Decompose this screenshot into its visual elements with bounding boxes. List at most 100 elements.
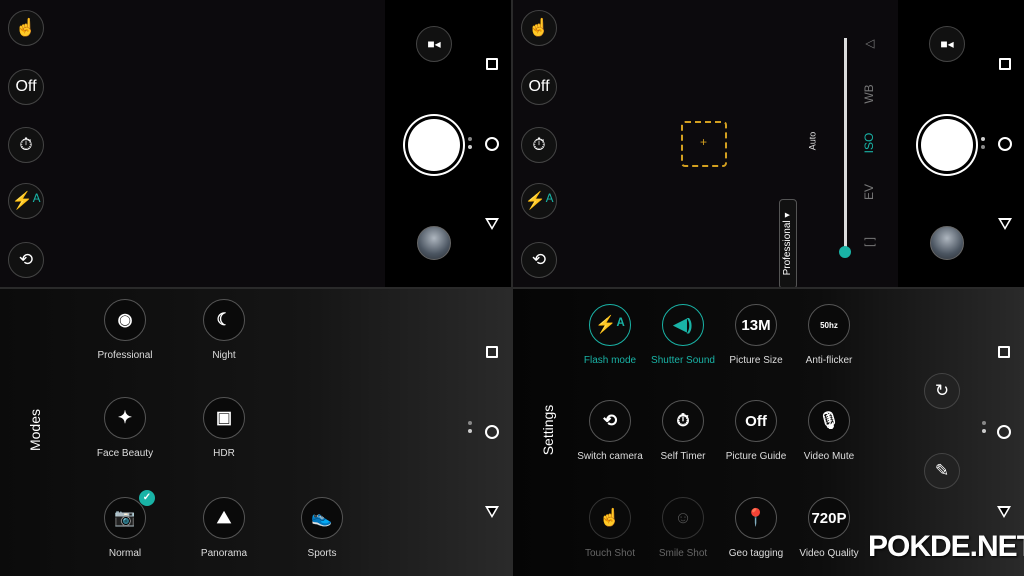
touch-shot-button[interactable]: ☝ (521, 10, 557, 46)
off-label: Off (15, 78, 37, 95)
recents-button[interactable] (998, 346, 1010, 358)
flash-toggle-button[interactable]: Off (8, 69, 44, 105)
video-quality-icon: 720P (811, 509, 847, 527)
flash-toggle-button[interactable]: Off (521, 69, 557, 105)
mode-label: Sports (307, 548, 337, 559)
recents-button[interactable] (486, 58, 498, 70)
timer-off-icon: ⏱ (532, 135, 546, 154)
mode-face-beauty[interactable]: ✦ Face Beauty (80, 397, 170, 459)
back-button[interactable] (997, 506, 1011, 518)
location-pin-icon: 📍 (745, 508, 767, 527)
switch-camera-icon: ⟲ (602, 411, 618, 430)
mode-label: Night (212, 350, 236, 361)
professional-viewfinder: ☝ Off ⏱ ⚡ᴬ ⟲ + Professional ▾ Auto [ ]Ma… (513, 0, 1024, 287)
home-button[interactable] (485, 137, 499, 151)
mode-professional[interactable]: ◉ Professional (80, 299, 170, 361)
panorama-icon: ⛰ (216, 508, 232, 527)
switch-camera-icon: ⟲ (531, 250, 547, 269)
shoe-icon: 👟 (311, 508, 333, 527)
shutter-button[interactable] (921, 119, 973, 171)
setting-label: Anti-flicker (805, 355, 853, 366)
setting-video-mute[interactable]: 🎙 Video Mute (784, 400, 874, 462)
video-camera-icon: ■◂ (427, 37, 441, 51)
recents-button[interactable] (999, 58, 1011, 70)
back-button[interactable] (485, 506, 499, 518)
focus-reticle[interactable]: + (681, 121, 727, 167)
switch-camera-button[interactable]: ⟲ (521, 242, 557, 278)
moon-icon: ☾ (216, 310, 232, 329)
value-slider[interactable] (844, 38, 847, 252)
timer-off-icon: ⏱ (676, 411, 690, 430)
modes-panel: Modes ◉ Professional ☾ Night ✦ Face Beauty ▣ HD… (0, 289, 511, 576)
setting-label: Video Mute (803, 451, 855, 462)
touch-shot-button[interactable]: ☝ (8, 10, 44, 46)
smile-icon: ☺ (674, 508, 692, 527)
pro-param-1[interactable]: EV (862, 174, 876, 210)
hdr-icon: ▣ (215, 408, 233, 427)
touch-icon: ☝ (528, 18, 550, 37)
mode-label: Panorama (200, 548, 248, 559)
video-button[interactable]: ■◂ (929, 26, 965, 62)
video-button[interactable]: ■◂ (416, 26, 452, 62)
mode-normal[interactable]: 📷 ✓ Normal (80, 490, 170, 559)
mode-label: Professional (97, 350, 153, 361)
pro-param-4[interactable]: △ (862, 26, 876, 62)
flash-auto-icon: ⚡ᴬ (11, 191, 41, 210)
timer-off-icon: ⏱ (19, 135, 33, 154)
home-button[interactable] (485, 425, 499, 439)
mode-label: Face Beauty (96, 448, 154, 459)
mode-label: Professional ▾ (782, 212, 793, 276)
setting-anti-flicker[interactable]: 50hz Anti-flicker (784, 304, 874, 366)
pencil-icon: ✎ (934, 461, 950, 480)
home-button[interactable] (997, 425, 1011, 439)
check-icon: ✓ (139, 490, 155, 506)
magic-wand-icon: ✦ (117, 408, 133, 427)
touch-icon: ☝ (599, 508, 621, 527)
back-button[interactable] (998, 218, 1012, 230)
home-button[interactable] (998, 137, 1012, 151)
camera-icon: 📷 (114, 508, 136, 527)
gallery-thumbnail[interactable] (417, 226, 451, 260)
anti-flicker-icon: 50hz (820, 320, 838, 330)
gallery-thumbnail[interactable] (930, 226, 964, 260)
recents-button[interactable] (486, 346, 498, 358)
aperture-icon: ◉ (117, 310, 133, 329)
switch-camera-button[interactable]: ⟲ (8, 242, 44, 278)
flash-mode-button[interactable]: ⚡ᴬ (521, 183, 557, 219)
setting-video-quality[interactable]: 720P Video Quality (784, 497, 874, 559)
switch-camera-icon: ⟲ (18, 250, 34, 269)
edit-button[interactable]: ✎ (924, 453, 960, 489)
video-camera-icon: ■◂ (940, 37, 954, 51)
flash-auto-icon: ⚡ᴬ (595, 315, 625, 334)
rotate-icon: ↻ (934, 381, 950, 400)
speaker-icon: ◀) (673, 315, 693, 334)
back-button[interactable] (485, 218, 499, 230)
camera-viewfinder: ☝ Off ⏱ ⚡ᴬ ⟲ ■◂ (0, 0, 511, 287)
slider-handle[interactable] (839, 246, 851, 258)
value-label: Auto (807, 131, 818, 151)
mode-sports[interactable]: 👟 Sports (277, 497, 367, 559)
settings-title: Settings (540, 404, 556, 456)
pro-param-0[interactable]: [ ] (862, 224, 876, 260)
shutter-button[interactable] (408, 119, 460, 171)
pro-param-2[interactable]: ISO (862, 125, 876, 161)
flash-auto-icon: ⚡ᴬ (524, 191, 554, 210)
setting-label: Video Quality (799, 548, 859, 559)
pro-param-3[interactable]: WB (862, 76, 876, 112)
mode-label: HDR (213, 448, 235, 459)
mode-selector[interactable]: Professional ▾ (779, 199, 797, 287)
picture-size-icon: 13M (741, 316, 771, 334)
off-label: Off (528, 78, 550, 95)
mode-hdr[interactable]: ▣ HDR (179, 397, 269, 459)
self-timer-button[interactable]: ⏱ (521, 127, 557, 163)
flash-mode-button[interactable]: ⚡ᴬ (8, 183, 44, 219)
mode-label: Normal (108, 548, 142, 559)
mode-panorama[interactable]: ⛰ Panorama (179, 497, 269, 559)
mic-off-icon: 🎙 (818, 411, 840, 430)
modes-title: Modes (27, 408, 43, 452)
mode-night[interactable]: ☾ Night (179, 299, 269, 361)
self-timer-button[interactable]: ⏱ (8, 127, 44, 163)
touch-icon: ☝ (15, 18, 37, 37)
reset-button[interactable]: ↻ (924, 373, 960, 409)
pokde-watermark: POKDE.NET (868, 530, 1024, 563)
